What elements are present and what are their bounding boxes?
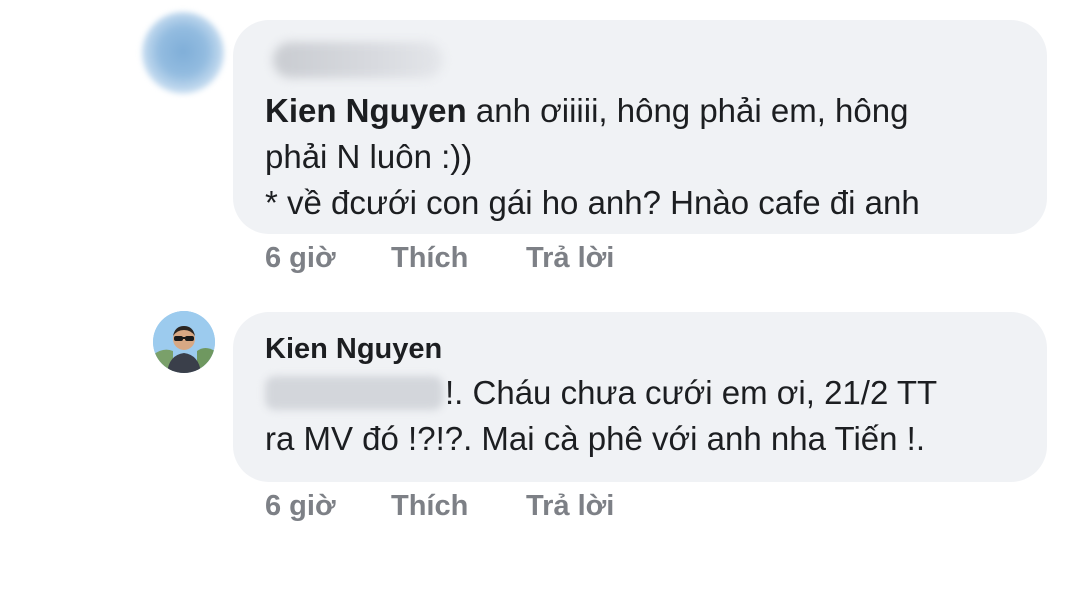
comment-text: anh ơiiiii, hông phải em, hông <box>475 92 909 129</box>
comment-bubble: Kien Nguyen anh ơiiiii, hông phải em, hô… <box>233 20 1047 234</box>
commenter-avatar[interactable] <box>153 311 215 373</box>
comment-timestamp[interactable]: 6 giờ <box>265 242 391 275</box>
comment-line: ra MV đó !?!?. Mai cà phê với anh nha Ti… <box>265 420 925 457</box>
comment-actions: 6 giờ Thích Trả lời <box>265 238 614 278</box>
reply-button[interactable]: Trả lời <box>526 490 614 523</box>
redacted-commenter-name <box>273 42 443 78</box>
comment-author-name[interactable]: Kien Nguyen <box>265 330 1015 368</box>
comment-line: !. Cháu chưa cưới em ơi, 21/2 TT <box>265 370 1015 416</box>
comment-text: !. Cháu chưa cưới em ơi, 21/2 TT <box>445 374 938 411</box>
comment-bubble: Kien Nguyen !. Cháu chưa cưới em ơi, 21/… <box>233 312 1047 482</box>
redacted-mention <box>265 376 443 410</box>
avatar-photo-icon <box>153 311 215 373</box>
like-button[interactable]: Thích <box>391 242 526 275</box>
comment-timestamp[interactable]: 6 giờ <box>265 490 391 523</box>
comment-line: phải N luôn :)) <box>265 138 473 175</box>
comment-body: Kien Nguyen anh ơiiiii, hông phải em, hô… <box>265 88 1015 226</box>
comment-body: !. Cháu chưa cưới em ơi, 21/2 TT ra MV đ… <box>265 370 1015 462</box>
comment-line: * về đcưới con gái ho anh? Hnào cafe đi … <box>265 184 920 221</box>
commenter-avatar-blurred[interactable] <box>142 12 224 94</box>
mention-tag[interactable]: Kien Nguyen <box>265 92 467 129</box>
comment-line: Kien Nguyen anh ơiiiii, hông phải em, hô… <box>265 88 1015 134</box>
comment-actions: 6 giờ Thích Trả lời <box>265 486 614 526</box>
reply-button[interactable]: Trả lời <box>526 242 614 275</box>
like-button[interactable]: Thích <box>391 490 526 523</box>
